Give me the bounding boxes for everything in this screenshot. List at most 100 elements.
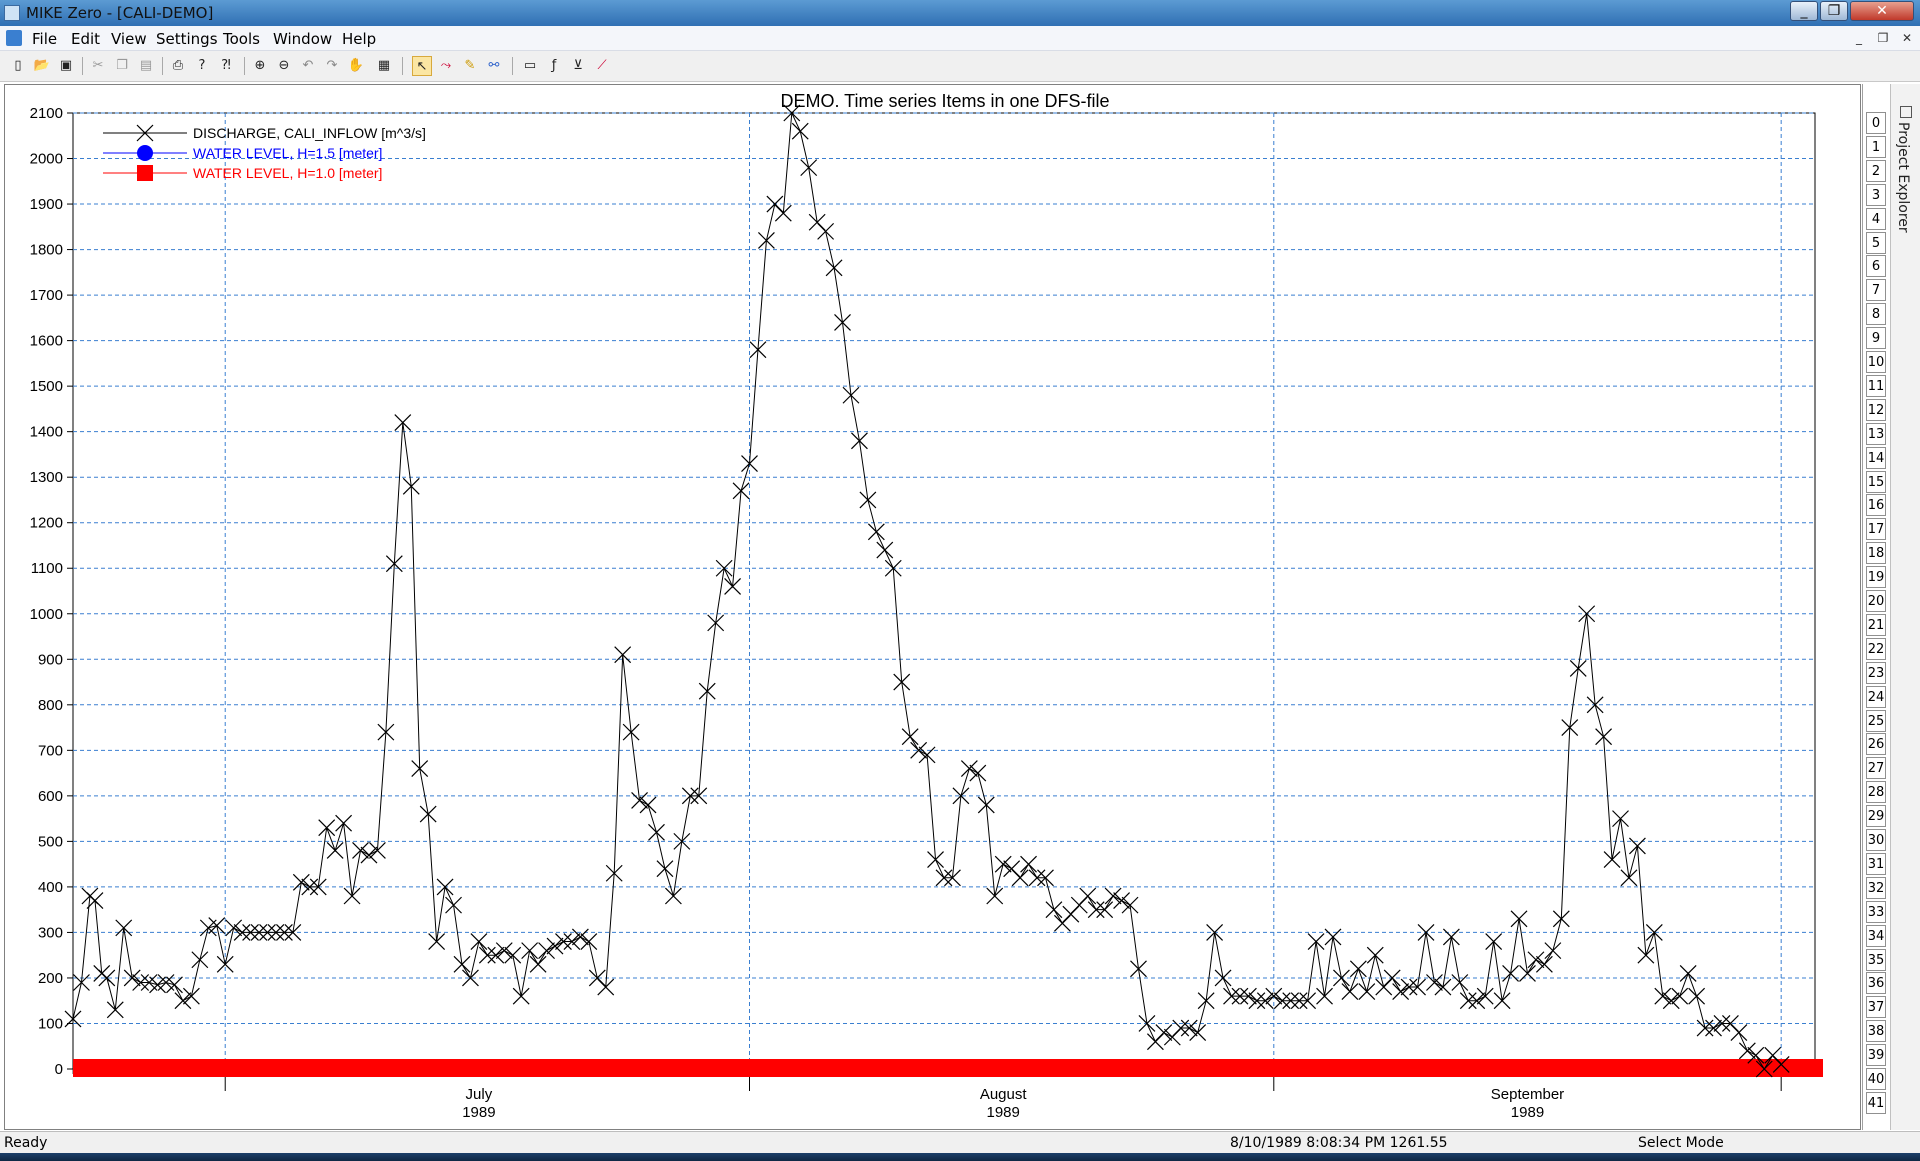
row-index-label: 27: [1866, 757, 1886, 780]
select-arrow-icon[interactable]: ↖: [412, 56, 432, 76]
discharge-point: [174, 992, 192, 1010]
row-index-label: 19: [1866, 566, 1886, 589]
row-index-label: 41: [1866, 1091, 1886, 1114]
discharge-point: [1662, 992, 1680, 1010]
project-explorer-label[interactable]: Project Explorer: [1895, 122, 1911, 233]
new-file-icon[interactable]: ▯: [8, 56, 28, 76]
minimize-button[interactable]: _: [1790, 1, 1818, 21]
time-series-chart[interactable]: DEMO. Time series Items in one DFS-file …: [5, 85, 1860, 1129]
discharge-point: [1113, 892, 1131, 909]
discharge-point: [462, 969, 479, 987]
chart-pane[interactable]: DEMO. Time series Items in one DFS-file …: [4, 84, 1861, 1130]
discharge-point: [225, 919, 243, 937]
discharge-point: [800, 159, 818, 177]
cut-icon[interactable]: ✂: [88, 56, 108, 76]
discharge-point: [546, 937, 564, 955]
save-icon[interactable]: ▣: [56, 56, 76, 76]
discharge-point: [1197, 992, 1215, 1010]
row-index-label: 24: [1866, 685, 1886, 708]
zoom-next-icon[interactable]: ↷: [322, 56, 342, 76]
x-tick-sublabel: 1989: [1511, 1104, 1544, 1121]
x-tick-sublabel: 1989: [462, 1104, 495, 1121]
y-tick-label: 2100: [30, 105, 63, 122]
menu-help[interactable]: Help: [342, 30, 376, 48]
link-icon[interactable]: ⚯: [484, 56, 504, 76]
taskbar: [0, 1153, 1920, 1161]
discharge-point: [1688, 987, 1706, 1005]
app-icon[interactable]: [4, 5, 20, 21]
close-button[interactable]: ✕: [1850, 1, 1914, 21]
discharge-point: [1020, 855, 1037, 873]
copy-icon[interactable]: ❐: [112, 56, 132, 76]
zoom-previous-icon[interactable]: ↶: [298, 56, 318, 76]
help-icon[interactable]: ?: [192, 56, 212, 76]
legend-marker-square: [137, 165, 153, 181]
mdi-minimize-button[interactable]: _: [1850, 30, 1868, 46]
row-index-label: 40: [1866, 1068, 1886, 1090]
value-icon[interactable]: ⊻: [568, 56, 588, 76]
discharge-point: [335, 814, 353, 832]
maximize-button[interactable]: ❐: [1820, 1, 1848, 21]
toolbar-separator: [244, 57, 245, 75]
row-index-label: 0: [1866, 112, 1886, 134]
print-icon[interactable]: ⎙: [168, 56, 188, 76]
toolbar-separator: [82, 57, 83, 75]
context-help-icon[interactable]: ⁈: [216, 56, 236, 76]
discharge-point: [1324, 928, 1342, 946]
discharge-point: [901, 728, 919, 746]
discharge-point: [851, 432, 868, 450]
y-tick-label: 500: [38, 833, 63, 850]
y-tick-label: 400: [38, 879, 63, 896]
pin-icon[interactable]: [1900, 106, 1912, 118]
discharge-point: [1485, 933, 1503, 950]
legend-entry[interactable]: DISCHARGE, CALI_INFLOW [m^3/s]: [103, 124, 426, 142]
row-index-label: 38: [1866, 1020, 1886, 1043]
draw-icon[interactable]: ✎: [460, 56, 480, 76]
mdi-restore-button[interactable]: ❐: [1874, 30, 1892, 46]
discharge-point: [1121, 896, 1139, 914]
edit-points-icon[interactable]: ⤳: [436, 56, 456, 76]
chart-series: [64, 104, 1823, 1078]
menu-view[interactable]: View: [111, 30, 147, 48]
pan-hand-icon[interactable]: ✋: [346, 56, 366, 76]
discharge-point: [994, 855, 1012, 873]
water-level-h10-band: [73, 1059, 1823, 1077]
title-bar: MIKE Zero - [CALI-DEMO] _ ❐ ✕: [0, 0, 1920, 26]
discharge-point: [859, 491, 877, 509]
discharge-point: [1510, 910, 1528, 928]
line-tool-icon[interactable]: ⟋: [592, 56, 612, 76]
legend-entry[interactable]: WATER LEVEL, H=1.0 [meter]: [103, 165, 382, 181]
menu-tools[interactable]: Tools: [223, 30, 260, 48]
status-bar: Ready 8/10/1989 8:08:34 PM 1261.55 Selec…: [0, 1131, 1920, 1154]
y-tick-label: 1000: [30, 606, 63, 623]
discharge-point: [707, 614, 725, 632]
menu-window[interactable]: Window: [273, 30, 332, 48]
mdi-close-button[interactable]: ✕: [1898, 30, 1916, 46]
y-tick-label: 1300: [30, 469, 63, 486]
menu-settings[interactable]: Settings: [156, 30, 218, 48]
row-index-label: 28: [1866, 781, 1886, 804]
row-index-label: 15: [1866, 470, 1886, 493]
project-explorer-tab[interactable]: Project Explorer: [1890, 84, 1920, 1130]
discharge-point: [191, 951, 209, 969]
y-tick-label: 1100: [31, 560, 63, 577]
discharge-point: [1679, 964, 1697, 982]
document-icon[interactable]: [6, 30, 22, 46]
row-index-label: 9: [1866, 327, 1886, 350]
menu-file[interactable]: File: [32, 30, 57, 48]
paste-icon[interactable]: ▤: [136, 56, 156, 76]
zoom-in-icon[interactable]: ⊕: [250, 56, 270, 76]
legend-entry[interactable]: WATER LEVEL, H=1.5 [meter]: [103, 145, 382, 161]
zoom-out-icon[interactable]: ⊖: [274, 56, 294, 76]
function-icon[interactable]: ƒ: [544, 56, 564, 76]
rectangle-icon[interactable]: ▭: [520, 56, 540, 76]
discharge-point: [825, 259, 843, 277]
menu-edit[interactable]: Edit: [71, 30, 100, 48]
grid-icon[interactable]: ▦: [374, 56, 394, 76]
legend-marker-circle: [137, 145, 153, 161]
y-tick-label: 1900: [30, 196, 63, 213]
y-tick-label: 1600: [30, 333, 63, 350]
discharge-point: [977, 796, 995, 814]
chart-legend[interactable]: DISCHARGE, CALI_INFLOW [m^3/s] WATER LEVE…: [103, 124, 426, 181]
open-folder-icon[interactable]: 📂: [32, 56, 52, 76]
